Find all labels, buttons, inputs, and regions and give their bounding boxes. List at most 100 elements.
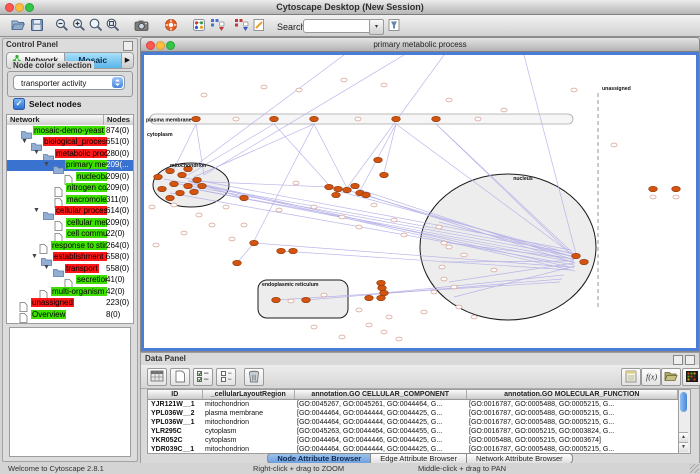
graph-node[interactable] xyxy=(325,184,334,189)
graph-node[interactable] xyxy=(377,280,386,285)
graph-node-small[interactable] xyxy=(229,237,235,241)
tree-row-transport[interactable]: ▼transport558(0) xyxy=(7,263,133,275)
graph-node-small[interactable] xyxy=(501,108,507,112)
graph-node-small[interactable] xyxy=(241,223,247,227)
graph-node[interactable] xyxy=(380,172,389,177)
graph-node-small[interactable] xyxy=(341,78,347,82)
delete-attribute-icon[interactable] xyxy=(244,368,264,386)
graph-node-small[interactable] xyxy=(366,323,372,327)
table-row[interactable]: YJR121W__1mitochondrion[GO:0045267, GO:0… xyxy=(148,400,678,409)
graph-node[interactable] xyxy=(277,248,286,253)
zoom-out-icon[interactable] xyxy=(55,18,69,32)
tree-row-primary-metabo[interactable]: ▼primary metabo209(... xyxy=(7,160,133,172)
graph-node[interactable] xyxy=(270,116,279,121)
graph-node[interactable] xyxy=(378,285,387,290)
graph-node[interactable] xyxy=(310,116,319,121)
graph-node-small[interactable] xyxy=(153,243,159,247)
graph-node[interactable] xyxy=(176,190,185,195)
open-icon[interactable] xyxy=(11,18,25,32)
float-panel-icon[interactable] xyxy=(123,41,133,51)
column-header[interactable]: annotation.GO MOLECULAR_FUNCTION xyxy=(467,390,678,399)
import-attributes-icon[interactable] xyxy=(661,368,681,386)
graph-node-small[interactable] xyxy=(446,245,452,249)
graph-node-small[interactable] xyxy=(451,285,457,289)
graph-node-small[interactable] xyxy=(261,85,267,89)
apply-layout-icon[interactable] xyxy=(210,18,224,32)
graph-node[interactable] xyxy=(377,295,386,300)
tree-row-macromolecule[interactable]: macromolecule311(0) xyxy=(7,194,133,206)
zoom-in-icon[interactable] xyxy=(72,18,86,32)
graph-node[interactable] xyxy=(154,174,163,179)
graph-node[interactable] xyxy=(193,177,202,182)
graph-node[interactable] xyxy=(233,260,242,265)
snapshot-icon[interactable] xyxy=(134,18,148,32)
graph-node-small[interactable] xyxy=(401,233,407,237)
annotation-icon[interactable] xyxy=(252,18,266,32)
graph-node-small[interactable] xyxy=(421,310,427,314)
column-header[interactable]: ID xyxy=(148,390,203,399)
graph-node-small[interactable] xyxy=(223,205,229,209)
graph-node-small[interactable] xyxy=(391,218,397,222)
table-scrollbar[interactable]: ▲ ▼ xyxy=(678,389,691,454)
node-color-dropdown[interactable]: transporter activity xyxy=(13,75,125,90)
graph-node-small[interactable] xyxy=(439,265,445,269)
graph-node[interactable] xyxy=(250,240,259,245)
expander-icon[interactable]: ▼ xyxy=(43,161,50,168)
graph-node[interactable] xyxy=(332,192,341,197)
graph-node[interactable] xyxy=(190,189,199,194)
select-nodes-checkbox[interactable]: ✓ xyxy=(13,98,25,110)
resize-grip[interactable] xyxy=(690,464,699,473)
graph-node-small[interactable] xyxy=(611,143,617,147)
graph-node-small[interactable] xyxy=(296,88,302,92)
graph-node[interactable] xyxy=(192,116,201,121)
graph-node-small[interactable] xyxy=(396,337,402,341)
expander-icon[interactable]: ▼ xyxy=(33,149,40,156)
filter-icon[interactable] xyxy=(387,18,401,32)
tree-row-nitrogen-compo[interactable]: nitrogen compo209(0) xyxy=(7,183,133,195)
graph-node-small[interactable] xyxy=(371,203,377,207)
graph-node[interactable] xyxy=(166,168,175,173)
graph-node[interactable] xyxy=(184,183,193,188)
scrollbar-thumb[interactable] xyxy=(680,392,687,412)
tree-row-mosaic-demo-yeast[interactable]: mosaic-demo-yeast874(0) xyxy=(7,125,133,137)
scroll-up-icon[interactable]: ▲ xyxy=(679,432,688,442)
column-header[interactable]: _cellularLayoutRegion xyxy=(203,390,295,399)
search-dropdown-icon[interactable]: ▾ xyxy=(369,19,384,35)
graph-node[interactable] xyxy=(240,195,249,200)
graph-node[interactable] xyxy=(272,297,281,302)
save-icon[interactable] xyxy=(30,18,44,32)
graph-node[interactable] xyxy=(392,116,401,121)
tree-row-unassigned[interactable]: unassigned223(0) xyxy=(7,298,133,310)
graph-node-small[interactable] xyxy=(461,253,467,257)
graph-node-small[interactable] xyxy=(471,315,477,319)
select-attributes-icon[interactable] xyxy=(193,368,213,386)
graph-node[interactable] xyxy=(343,187,352,192)
graph-node-small[interactable] xyxy=(339,215,345,219)
graph-node-small[interactable] xyxy=(355,117,361,121)
graph-node-small[interactable] xyxy=(441,241,447,245)
tree-row-biological-process[interactable]: ▼biological_process651(0) xyxy=(7,137,133,149)
graph-node-small[interactable] xyxy=(311,205,317,209)
graph-node-small[interactable] xyxy=(386,315,392,319)
network-overview-icon[interactable] xyxy=(192,18,206,32)
apply-vizmap-icon[interactable] xyxy=(234,18,248,32)
float-panel-icon[interactable] xyxy=(673,355,683,365)
graph-node-small[interactable] xyxy=(475,117,481,121)
new-attribute-icon[interactable] xyxy=(170,368,190,386)
help-icon[interactable] xyxy=(164,18,178,32)
graph-node-small[interactable] xyxy=(288,299,294,303)
graph-node-small[interactable] xyxy=(381,83,387,87)
table-row[interactable]: YLR295Ccytoplasm[GO:0045263, GO:0044464,… xyxy=(148,427,678,436)
graph-node-small[interactable] xyxy=(311,325,317,329)
graph-node-small[interactable] xyxy=(431,290,437,294)
tree-row-nucleobase[interactable]: nucleobase-209(0) xyxy=(7,171,133,183)
table-row[interactable]: YKR052Ccytoplasm[GO:0044464, GO:0044446,… xyxy=(148,436,678,445)
graph-node-small[interactable] xyxy=(339,335,345,339)
graph-node-small[interactable] xyxy=(293,181,299,185)
scroll-down-icon[interactable]: ▼ xyxy=(679,442,688,452)
network-canvas[interactable]: plasma membranecytoplasmmitochondrionnuc… xyxy=(141,52,699,351)
graph-node[interactable] xyxy=(580,259,589,264)
table-row[interactable]: YPL036W__2plasma membrane[GO:0044464, GO… xyxy=(148,409,678,418)
column-header[interactable]: annotation.GO CELLULAR_COMPONENT xyxy=(295,390,467,399)
graph-node-small[interactable] xyxy=(181,231,187,235)
